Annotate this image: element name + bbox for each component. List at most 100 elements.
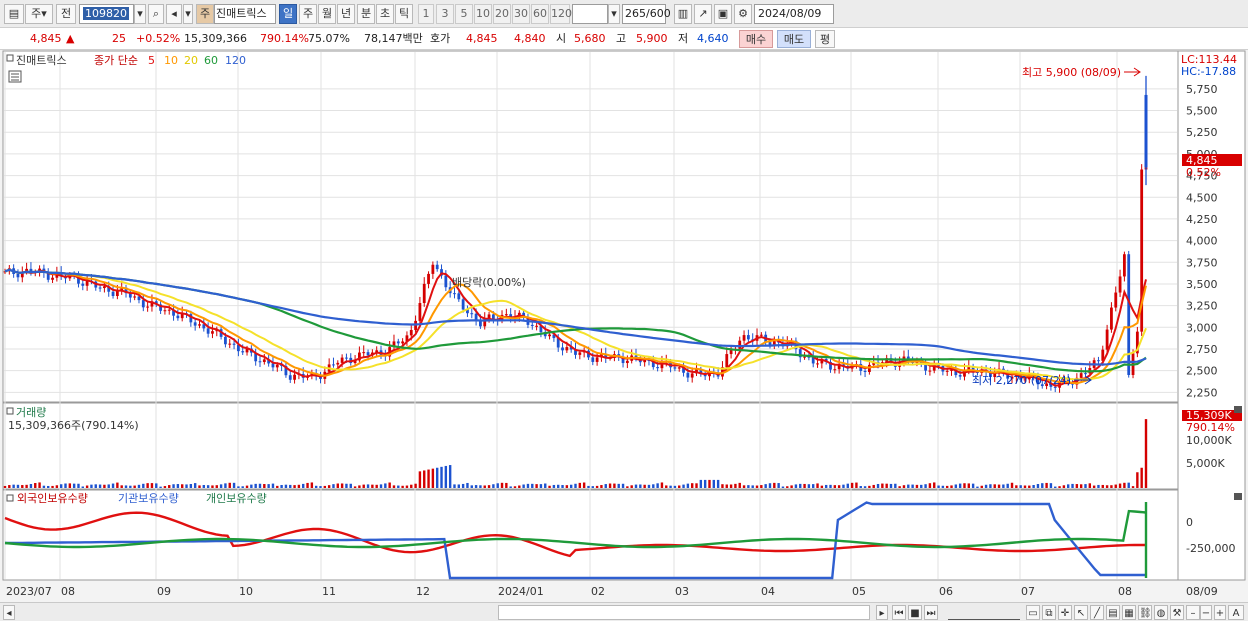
scroll-track[interactable] — [498, 605, 870, 620]
minimize-icon[interactable]: – — [1186, 605, 1200, 620]
link-icon[interactable]: ⛓ — [1138, 605, 1152, 620]
flow-close-icon[interactable] — [1234, 493, 1242, 500]
candle-body — [340, 357, 344, 363]
interval-1-button[interactable]: 1 — [418, 4, 434, 24]
stop-icon[interactable]: ■ — [908, 605, 922, 620]
candle-settings-icon[interactable]: ▥ — [674, 4, 692, 24]
volume-bar — [500, 482, 504, 488]
chart-type-icon[interactable]: ▤ — [1106, 605, 1120, 620]
volume-bar — [297, 484, 301, 488]
price-tick: 3,500 — [1186, 278, 1218, 291]
rewind-icon[interactable]: ⏮ — [892, 605, 906, 620]
crosshair-icon[interactable]: ✛ — [1058, 605, 1072, 620]
forward-icon[interactable]: ⏭ — [924, 605, 938, 620]
candle-body — [461, 299, 465, 310]
draw-tool-icon[interactable]: ↗ — [694, 4, 712, 24]
x-tick-label: 02 — [591, 585, 605, 598]
volume-bar — [803, 483, 806, 488]
x-tick-label: 07 — [1021, 585, 1035, 598]
interval-3-button[interactable]: 3 — [436, 4, 454, 24]
palette-icon[interactable]: ◍ — [1154, 605, 1168, 620]
tools-icon[interactable]: ⚒ — [1170, 605, 1184, 620]
interval-custom-input[interactable] — [572, 4, 608, 24]
grid-icon[interactable]: ▦ — [1122, 605, 1136, 620]
copy-icon[interactable]: ⧉ — [1042, 605, 1056, 620]
bottom-scrollbar: ◂ ▸ ⏮ ■ ⏭ ▭ ⧉ ✛ ↖ ╱ ▤ ▦ ⛓ ◍ ⚒ – − + A — [0, 602, 1248, 621]
volume-bar — [760, 485, 763, 488]
bar-count-input[interactable]: 265/600 — [622, 4, 671, 24]
search-icon[interactable]: ⌕ — [148, 4, 164, 24]
volume-bar — [816, 483, 819, 488]
period-tick-button[interactable]: 틱 — [395, 4, 413, 24]
volume-bar — [444, 465, 448, 488]
scroll-right-icon[interactable]: ▸ — [876, 605, 888, 620]
stock-code-dropdown-icon[interactable]: ▾ — [134, 4, 146, 24]
volume-close-icon[interactable] — [1234, 406, 1242, 413]
volume-bar — [293, 485, 296, 488]
interval-5-button[interactable]: 5 — [455, 4, 473, 24]
gear-icon[interactable]: ⚙ — [734, 4, 752, 24]
layout-icon[interactable]: ▭ — [1026, 605, 1040, 620]
font-size-icon[interactable]: A — [1228, 605, 1244, 620]
sell-button[interactable]: 매도 — [777, 30, 811, 48]
period-week-button[interactable]: 주 — [299, 4, 317, 24]
volume-bar — [1006, 483, 1009, 488]
speaker-icon[interactable]: ◂ — [166, 4, 182, 24]
speaker-dropdown-icon[interactable]: ▾ — [183, 4, 193, 24]
period-year-button[interactable]: 년 — [337, 4, 355, 24]
candle-body — [725, 354, 729, 368]
stock-name-field[interactable]: 진매트릭스 — [214, 4, 276, 24]
save-icon[interactable]: ▣ — [714, 4, 732, 24]
volume-bar — [371, 484, 374, 488]
zoom-in-icon[interactable]: + — [1214, 605, 1226, 620]
volume-bar — [470, 485, 473, 488]
cursor-icon[interactable]: ↖ — [1074, 605, 1088, 620]
price-tick: 3,750 — [1186, 256, 1218, 269]
stock-code-input[interactable]: 109820 — [79, 4, 134, 24]
zoom-out-icon[interactable]: − — [1200, 605, 1212, 620]
candle-body — [565, 347, 569, 351]
period-second-button[interactable]: 초 — [376, 4, 394, 24]
chart-menu-icon[interactable]: ▤ — [4, 4, 24, 24]
volume-bar — [466, 482, 469, 488]
interval-120-button[interactable]: 120 — [550, 4, 572, 24]
candle-body — [16, 273, 20, 278]
change-arrow-icon: ▲ — [66, 32, 75, 45]
period-day-button[interactable]: 일 — [279, 4, 297, 24]
volume-bar — [284, 484, 288, 488]
period-minute-button[interactable]: 분 — [357, 4, 375, 24]
chart-canvas[interactable]: 진매트릭스 종가 단순 5 10 20 60 120 최고 5,900 (08/… — [0, 50, 1248, 602]
volume-bar — [725, 484, 728, 488]
volume-bar — [699, 479, 703, 488]
line-tool-icon[interactable]: ╱ — [1090, 605, 1104, 620]
candle-body — [1114, 292, 1118, 308]
volume-bar — [1054, 486, 1057, 488]
volume-bar — [889, 483, 893, 488]
interval-30-button[interactable]: 30 — [512, 4, 530, 24]
candle-body — [103, 286, 106, 289]
volume-bar — [881, 483, 884, 488]
interval-10-button[interactable]: 10 — [474, 4, 492, 24]
volume-bar — [846, 483, 849, 488]
buy-button[interactable]: 매수 — [739, 30, 773, 48]
interval-20-button[interactable]: 20 — [493, 4, 511, 24]
volume-bar — [289, 484, 292, 488]
volume-bar — [954, 484, 958, 488]
volume-bar — [306, 482, 309, 488]
volume-bar — [621, 483, 625, 488]
period-month-button[interactable]: 월 — [318, 4, 336, 24]
interval-custom-dropdown-icon[interactable]: ▾ — [608, 4, 620, 24]
date-input[interactable]: 2024/08/09 — [754, 4, 834, 24]
avg-button[interactable]: 평 — [815, 30, 835, 48]
price-tick: 4,500 — [1186, 191, 1218, 204]
volume-bar — [1071, 483, 1074, 488]
price-tick: 2,750 — [1186, 343, 1218, 356]
zoom-slider[interactable] — [948, 605, 1020, 620]
volume-bar — [885, 483, 888, 488]
volume-bar — [310, 482, 314, 488]
market-scope-button[interactable]: 전 — [56, 4, 76, 24]
interval-60-button[interactable]: 60 — [531, 4, 549, 24]
volume-value: 15,309,366 — [184, 32, 247, 45]
market-type-select[interactable]: 주▾ — [25, 4, 53, 24]
scroll-left-icon[interactable]: ◂ — [3, 605, 15, 620]
